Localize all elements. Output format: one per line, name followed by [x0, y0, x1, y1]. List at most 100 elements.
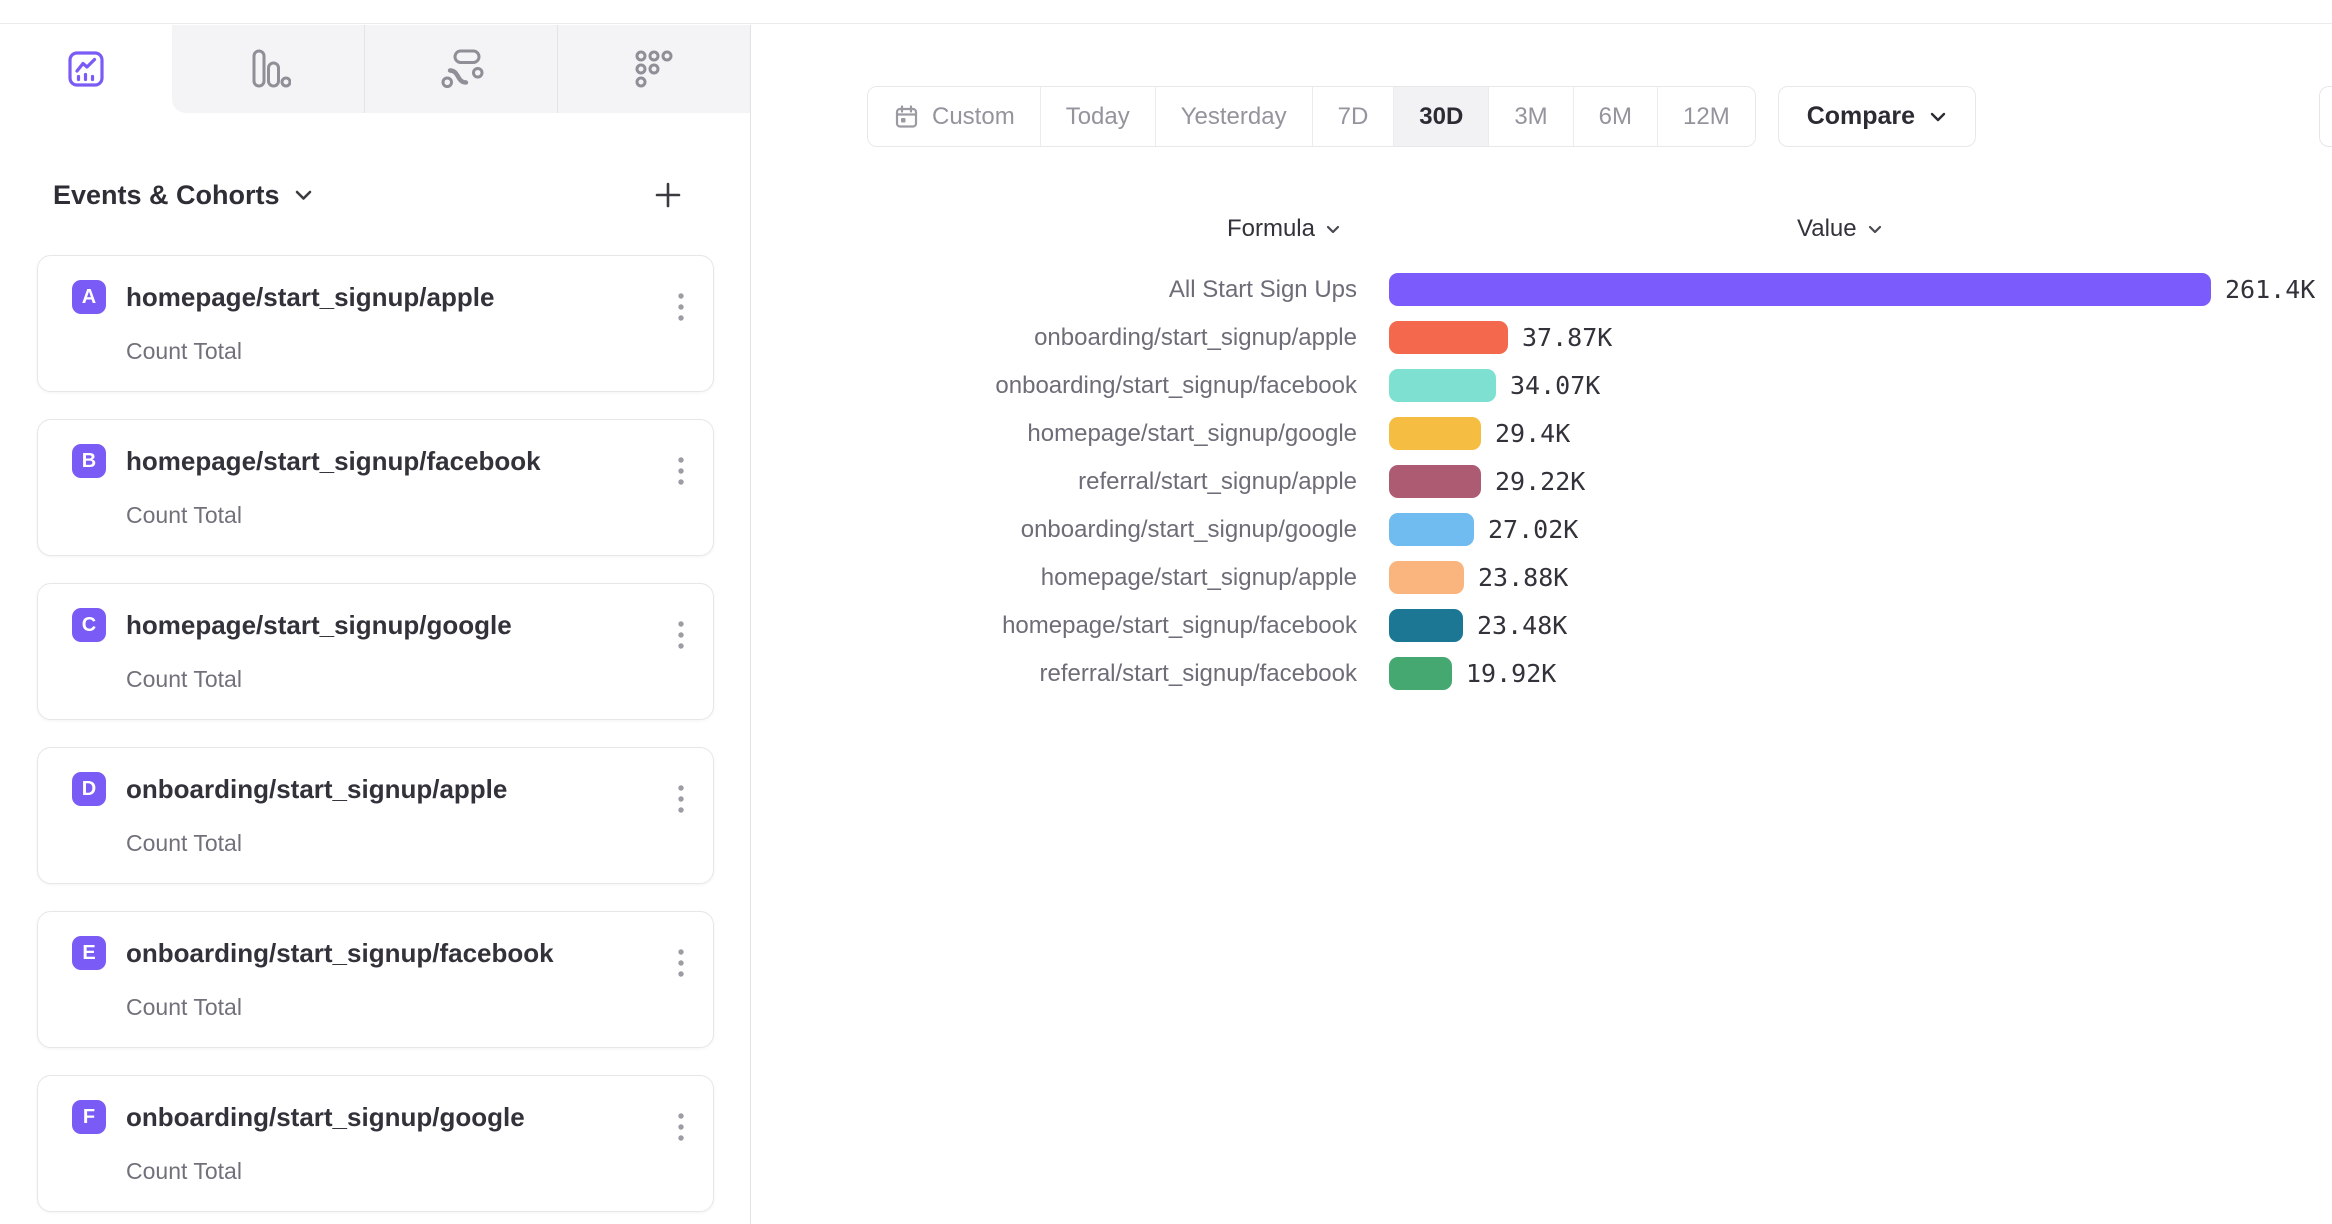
kebab-menu-icon	[677, 948, 685, 982]
date-range-3m[interactable]: 3M	[1488, 87, 1572, 146]
plus-icon	[652, 179, 684, 211]
event-options-button[interactable]	[671, 450, 691, 496]
date-range-today[interactable]: Today	[1040, 87, 1155, 146]
event-options-button[interactable]	[671, 614, 691, 660]
date-range-label: Yesterday	[1181, 103, 1287, 131]
event-metric[interactable]: Count Total	[126, 502, 713, 529]
chart-row-label: onboarding/start_signup/facebook	[751, 369, 1357, 402]
chart-bar-wrap: 23.48K	[1389, 609, 1567, 642]
chart-row-label: onboarding/start_signup/apple	[751, 321, 1357, 354]
date-range-yesterday[interactable]: Yesterday	[1155, 87, 1312, 146]
chart-bar-wrap: 29.22K	[1389, 465, 1585, 498]
event-card-header: Eonboarding/start_signup/facebook	[72, 936, 713, 970]
chart-bar[interactable]	[1389, 369, 1496, 402]
event-letter-badge: C	[72, 608, 106, 642]
main-panel: Custom Today Yesterday 7D 30D 3M6M12M Compare…	[751, 25, 2332, 1224]
date-range-label: 30D	[1419, 103, 1463, 131]
chart-row: referral/start_signup/facebook19.92K	[751, 657, 2315, 690]
add-event-button[interactable]	[650, 177, 686, 213]
event-name: homepage/start_signup/facebook	[126, 446, 541, 477]
event-card-header: Fonboarding/start_signup/google	[72, 1100, 713, 1134]
chart-bar[interactable]	[1389, 513, 1474, 546]
chart-bar[interactable]	[1389, 657, 1452, 690]
retention-icon	[631, 46, 677, 92]
chart-bar[interactable]	[1389, 321, 1508, 354]
event-name: onboarding/start_signup/facebook	[126, 938, 554, 969]
events-cohorts-dropdown[interactable]: Events & Cohorts	[53, 180, 313, 211]
compare-button[interactable]: Compare	[1778, 86, 1976, 147]
chart-row: onboarding/start_signup/apple 37.87K	[751, 321, 2315, 354]
event-options-button[interactable]	[671, 942, 691, 988]
value-column-dropdown[interactable]: Value	[1797, 215, 1883, 243]
event-card-header: Ahomepage/start_signup/apple	[72, 280, 713, 314]
event-metric[interactable]: Count Total	[126, 666, 713, 693]
date-range-custom[interactable]: Custom	[868, 87, 1040, 146]
event-card: Fonboarding/start_signup/google Count Tot…	[37, 1075, 714, 1212]
event-card: Chomepage/start_signup/google Count Total	[37, 583, 714, 720]
chevron-down-icon	[294, 189, 313, 202]
event-letter-badge: F	[72, 1100, 106, 1134]
date-range-selector: Custom Today Yesterday 7D 30D 3M6M12M	[867, 86, 1756, 147]
event-card-list: Ahomepage/start_signup/appleCount TotalB…	[37, 255, 714, 1212]
chart-bar-wrap: 37.87K	[1389, 321, 1612, 354]
kebab-menu-icon	[677, 620, 685, 654]
formula-column-label: Formula	[1227, 215, 1315, 243]
chevron-down-icon	[1867, 224, 1883, 235]
report-type-tabbar	[0, 25, 750, 113]
tab-funnels[interactable]	[172, 25, 364, 113]
chart-bar[interactable]	[1389, 417, 1481, 450]
event-options-button[interactable]	[671, 1106, 691, 1152]
chart-row: homepage/start_signup/google29.4K	[751, 417, 2315, 450]
formula-column-dropdown[interactable]: Formula	[751, 215, 1357, 243]
tab-retention[interactable]	[557, 25, 750, 113]
chart-rows: All Start Sign Ups 261.4K onboarding/start…	[751, 273, 2315, 705]
flows-icon	[438, 46, 484, 92]
chart-bar-value: 29.4K	[1495, 419, 1570, 448]
chart-row-label: referral/start_signup/apple	[751, 465, 1357, 498]
event-metric[interactable]: Count Total	[126, 338, 713, 365]
event-name: homepage/start_signup/apple	[126, 282, 494, 313]
tab-group	[172, 25, 750, 113]
chart-bar[interactable]	[1389, 609, 1463, 642]
event-metric[interactable]: Count Total	[126, 994, 713, 1021]
chart-bar[interactable]	[1389, 561, 1464, 594]
chart-bar-wrap: 261.4K	[1389, 273, 2315, 306]
date-range-12m[interactable]: 12M	[1657, 87, 1755, 146]
tab-flows[interactable]	[364, 25, 557, 113]
chart-row: onboarding/start_signup/google 27.02K	[751, 513, 2315, 546]
chart-bar-value: 261.4K	[2225, 275, 2315, 304]
kebab-menu-icon	[677, 292, 685, 326]
chart-bar[interactable]	[1389, 273, 2211, 306]
event-name: homepage/start_signup/google	[126, 610, 512, 641]
event-metric[interactable]: Count Total	[126, 830, 713, 857]
date-range-7d[interactable]: 7D	[1312, 87, 1394, 146]
chart-bar-value: 23.48K	[1477, 611, 1567, 640]
event-options-button[interactable]	[671, 286, 691, 332]
event-card: Bhomepage/start_signup/facebookCount Tot…	[37, 419, 714, 556]
section-header: Events & Cohorts	[37, 175, 714, 215]
kebab-menu-icon	[677, 456, 685, 490]
event-card: Donboarding/start_signup/apple Count Tota…	[37, 747, 714, 884]
chart-bar[interactable]	[1389, 465, 1481, 498]
tab-insights[interactable]	[0, 25, 172, 113]
funnels-icon	[245, 46, 291, 92]
event-options-button[interactable]	[671, 778, 691, 824]
chart-bar-value: 27.02K	[1488, 515, 1578, 544]
insights-icon	[64, 47, 108, 91]
date-range-label: Custom	[932, 103, 1015, 131]
chart-bar-wrap: 29.4K	[1389, 417, 1570, 450]
event-card-header: Donboarding/start_signup/apple	[72, 772, 713, 806]
chart-bar-wrap: 23.88K	[1389, 561, 1568, 594]
event-card: Eonboarding/start_signup/facebook Count T…	[37, 911, 714, 1048]
chart-bar-value: 19.92K	[1466, 659, 1556, 688]
event-name: onboarding/start_signup/google	[126, 1102, 525, 1133]
chart-row-label: All Start Sign Ups	[751, 273, 1357, 306]
date-range-30d[interactable]: 30D	[1393, 87, 1488, 146]
date-range-6m[interactable]: 6M	[1573, 87, 1657, 146]
chart-bar-wrap: 19.92K	[1389, 657, 1556, 690]
event-metric[interactable]: Count Total	[126, 1158, 713, 1185]
partial-right-button[interactable]	[2319, 86, 2332, 147]
sidebar-body: Events & Cohorts Ahomepage/start_signup/…	[0, 175, 750, 1212]
chart-row: homepage/start_signup/facebook23.48K	[751, 609, 2315, 642]
chart-row-label: onboarding/start_signup/google	[751, 513, 1357, 546]
